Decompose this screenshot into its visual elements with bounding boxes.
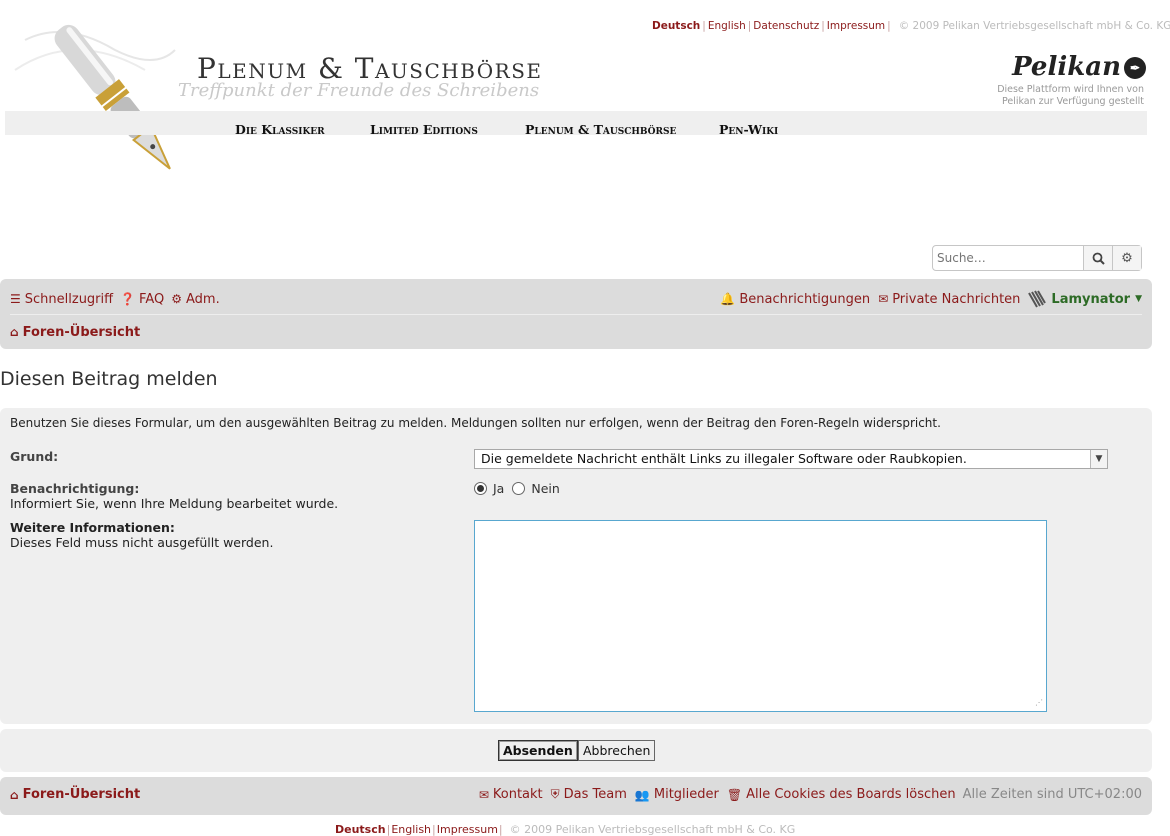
footer-breadcrumb-board-index[interactable]: ⌂ Foren-Übersicht — [10, 787, 140, 802]
cancel-button[interactable]: Abbrechen — [578, 740, 656, 761]
footer-navbar: ⌂ Foren-Übersicht ✉ Kontakt ⛨ Das Team 👥 Mit… — [0, 777, 1152, 815]
notifications-link[interactable]: 🔔 Benachrichtigungen — [720, 292, 870, 307]
breadcrumb-board-index[interactable]: ⌂ Foren-Übersicht — [10, 325, 140, 340]
cogs-icon: ⚙ — [171, 292, 182, 306]
notify-yes-label[interactable]: Ja — [493, 481, 504, 496]
main-nav-pen-wiki[interactable]: Pen-Wiki — [719, 122, 778, 137]
main-nav-die-klassiker[interactable]: Die Klassiker — [235, 122, 325, 137]
navbar-divider — [10, 314, 1142, 315]
resize-grip-icon[interactable]: ⋰ — [1035, 699, 1150, 722]
contact-link[interactable]: ✉ Kontakt — [479, 787, 543, 802]
header-copyright: © 2009 Pelikan Vertriebsgesellschaft mbH… — [898, 20, 1170, 32]
form-intro-text: Benutzen Sie dieses Formular, um den aus… — [10, 416, 941, 430]
pelikan-bird-icon: ✒ — [1124, 57, 1146, 79]
report-form-panel: Benutzen Sie dieses Formular, um den aus… — [0, 408, 1152, 724]
top-links: Deutsch | English | Datenschutz | Impressum | © … — [652, 20, 1170, 32]
notify-yes-radio[interactable] — [474, 482, 487, 495]
avatar — [1028, 290, 1047, 308]
reason-label: Grund: — [10, 449, 59, 464]
admin-link[interactable]: ⚙ Adm. — [171, 292, 219, 307]
shield-icon: ⛨ — [550, 787, 560, 801]
main-nav-plenum-tauschboerse[interactable]: Plenum & Tauschbörse — [525, 122, 676, 137]
navbar: ☰ Schnellzugriff ❓ FAQ ⚙ Adm. 🔔 Benachrichti… — [0, 279, 1152, 349]
search-input[interactable] — [933, 246, 1083, 270]
search-box: ⚙ — [932, 245, 1142, 271]
bottom-lang-english-link[interactable]: English — [391, 823, 431, 836]
timezone-info: Alle Zeiten sind UTC+02:00 — [962, 787, 1142, 802]
home-icon: ⌂ — [10, 325, 19, 339]
notify-no-radio[interactable] — [512, 482, 526, 495]
lang-english-link[interactable]: English — [708, 20, 746, 32]
imprint-link[interactable]: Impressum — [827, 20, 885, 32]
notify-label: Benachrichtigung: Informiert Sie, wenn I… — [10, 481, 339, 511]
logo-subtitle: Diese Plattform wird Ihnen von Pelikan z… — [997, 84, 1144, 107]
bottom-links: Deutsch|English|Impressum| © 2009 Pelikan… — [335, 823, 796, 836]
caret-down-icon: ▼ — [1135, 294, 1142, 304]
notify-no-label[interactable]: Nein — [531, 481, 559, 496]
faq-link[interactable]: ❓ FAQ — [120, 292, 164, 307]
more-info-textarea[interactable] — [474, 520, 1047, 712]
site-tagline: Treffpunkt der Freunde des Schreibens — [178, 80, 540, 101]
bell-icon: 🔔 — [720, 292, 736, 306]
main-navigation: Die Klassiker Limited Editions Plenum & … — [5, 111, 1147, 137]
advanced-search-button[interactable]: ⚙ — [1112, 246, 1141, 270]
bottom-copyright: © 2009 Pelikan Vertriebsgesellschaft mbH… — [509, 823, 796, 836]
gear-icon: ⚙ — [1121, 250, 1133, 266]
user-menu[interactable]: Lamynator ▼ — [1027, 289, 1142, 309]
users-icon: 👥 — [634, 787, 650, 802]
private-messages-link[interactable]: ✉ Private Nachrichten — [878, 292, 1020, 307]
notify-description: Informiert Sie, wenn Ihre Meldung bearbe… — [10, 496, 339, 511]
lang-deutsch-link[interactable]: Deutsch — [652, 20, 700, 32]
team-link[interactable]: ⛨ Das Team — [551, 787, 627, 802]
quick-links-menu[interactable]: ☰ Schnellzugriff — [10, 292, 113, 307]
members-link[interactable]: 👥 Mitglieder — [635, 787, 719, 802]
search-button[interactable] — [1083, 246, 1112, 270]
home-icon: ⌂ — [10, 787, 19, 802]
notify-radio-group: Ja Nein — [474, 481, 568, 496]
question-circle-icon: ❓ — [120, 292, 136, 306]
privacy-link[interactable]: Datenschutz — [753, 20, 819, 32]
delete-cookies-link[interactable]: 🗑 Alle Cookies des Boards löschen — [727, 787, 956, 802]
submit-bar: Absenden Abbrechen — [0, 729, 1152, 772]
envelope-icon: ✉ — [478, 787, 489, 802]
trash-icon: 🗑 — [726, 787, 743, 802]
bottom-imprint-link[interactable]: Impressum — [437, 823, 498, 836]
reason-select[interactable]: Die gemeldete Nachricht enthält Links zu… — [474, 449, 1108, 469]
chevron-down-icon: ▼ — [1090, 450, 1107, 468]
menu-icon: ☰ — [10, 292, 21, 306]
more-info-description: Dieses Feld muss nicht ausgefüllt werden… — [10, 535, 274, 550]
main-nav-limited-editions[interactable]: Limited Editions — [370, 122, 478, 137]
search-icon — [1092, 252, 1105, 265]
submit-button[interactable]: Absenden — [498, 740, 578, 761]
more-info-label: Weitere Informationen: Dieses Feld muss … — [10, 520, 274, 550]
inbox-icon: ✉ — [878, 292, 889, 306]
pelikan-logo[interactable]: Pelikan ✒ — [1012, 52, 1146, 82]
page-title: Diesen Beitrag melden — [0, 368, 218, 390]
bottom-lang-deutsch-link[interactable]: Deutsch — [335, 823, 386, 836]
